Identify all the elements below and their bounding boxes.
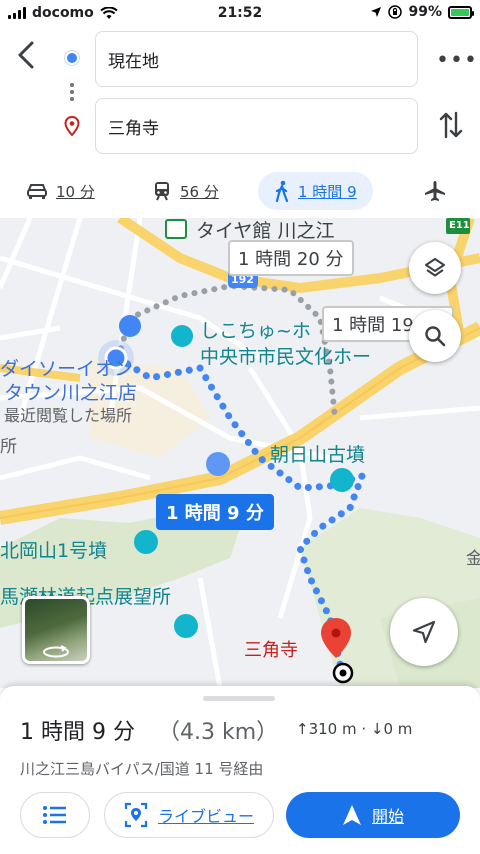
- route-via: 川之江三島バイパス/国道 11 号経由: [20, 760, 264, 778]
- map-label-kin: 金: [466, 549, 480, 569]
- destination-text: 三角寺: [108, 118, 159, 139]
- origin-text: 現在地: [108, 51, 159, 72]
- airplane-icon: [425, 181, 445, 201]
- tab-flight[interactable]: [424, 172, 446, 210]
- poi-label-hall-1: しこちゅ~ホ: [200, 320, 311, 342]
- destination-pin-icon: [64, 116, 80, 136]
- train-icon: [155, 182, 169, 201]
- tab-transit-label: 56 分: [180, 182, 219, 201]
- orientation-lock-icon: [388, 5, 403, 19]
- rotate-360-icon: [43, 645, 69, 658]
- chevron-left-icon: [18, 41, 34, 69]
- directions-header: 現在地 三角寺 •••: [0, 28, 480, 158]
- destination-map-label: 三角寺: [244, 640, 298, 661]
- ar-pin-icon: [124, 802, 148, 828]
- layers-button[interactable]: [409, 242, 461, 294]
- location-arrow-icon: [371, 7, 382, 17]
- tab-transit[interactable]: 56 分: [152, 172, 219, 210]
- route-distance: （4.3 km）: [158, 720, 279, 745]
- sheet-drag-handle[interactable]: [203, 696, 275, 701]
- street-view-thumbnail[interactable]: [22, 596, 90, 664]
- status-right: 99%: [370, 4, 474, 20]
- map-label-sho: 所: [0, 437, 17, 457]
- route-elevation: ↑310 m · ↓0 m: [296, 720, 413, 738]
- navigation-arrow-icon: [412, 620, 436, 644]
- back-button[interactable]: [14, 40, 44, 70]
- route-time-alt1[interactable]: 1 時間 20 分: [228, 240, 354, 276]
- car-icon: [27, 184, 47, 199]
- start-label: 開始: [371, 807, 404, 826]
- search-icon: [425, 326, 446, 347]
- route-connector-icon: [70, 83, 74, 101]
- poi-label-asahiyama: 朝日山古墳: [270, 444, 366, 466]
- swap-icon[interactable]: [438, 110, 464, 140]
- map-view[interactable]: タイヤ館 川之江 192 E11 しこちゅ~ホ 中央市市民文化ホー ダイソーイオ…: [0, 218, 480, 688]
- poi-label-daiso-2: タウン川之江店: [4, 382, 138, 404]
- navigation-start-icon: [342, 805, 361, 825]
- route-duration: 1 時間 9 分: [20, 720, 135, 745]
- recent-viewed-label: 最近閲覧した場所: [4, 406, 133, 425]
- battery-percent: 99%: [408, 4, 442, 20]
- poi-label-daiso-1: ダイソーイオン: [0, 358, 134, 380]
- tab-drive[interactable]: 10 分: [26, 172, 95, 210]
- tab-drive-label: 10 分: [56, 182, 95, 201]
- steps-button[interactable]: [20, 792, 90, 838]
- poi-label-hall-2: 中央市市民文化ホー: [200, 346, 372, 368]
- more-options-icon[interactable]: •••: [436, 48, 478, 73]
- layers-icon: [425, 258, 445, 277]
- live-view-button[interactable]: ライブビュー: [104, 792, 274, 838]
- route-time-selected[interactable]: 1 時間 9 分: [156, 494, 274, 530]
- highway-label-e11: E11: [449, 220, 470, 231]
- live-view-label: ライブビュー: [157, 807, 254, 826]
- route-summary-sheet[interactable]: 1 時間 9 分 （4.3 km） ↑310 m · ↓0 m 川之江三島バイパ…: [0, 686, 480, 854]
- tab-walk-label: 1 時間 9: [298, 182, 357, 201]
- origin-input[interactable]: 現在地: [95, 31, 418, 87]
- origin-dot-icon: [65, 51, 79, 65]
- recenter-button[interactable]: [390, 598, 458, 666]
- search-button[interactable]: [409, 310, 461, 362]
- list-icon: [43, 806, 66, 824]
- start-navigation-button[interactable]: 開始: [286, 792, 460, 838]
- tab-walk[interactable]: 1 時間 9: [258, 172, 373, 210]
- walking-icon: [275, 180, 289, 202]
- battery-icon: [448, 5, 474, 19]
- destination-input[interactable]: 三角寺: [95, 98, 418, 154]
- travel-mode-tabs: 10 分 56 分 1 時間 9: [0, 168, 480, 214]
- poi-label-kitaokayama: 北岡山1号墳: [0, 540, 108, 562]
- status-bar: docomo 21:52 99%: [0, 0, 480, 28]
